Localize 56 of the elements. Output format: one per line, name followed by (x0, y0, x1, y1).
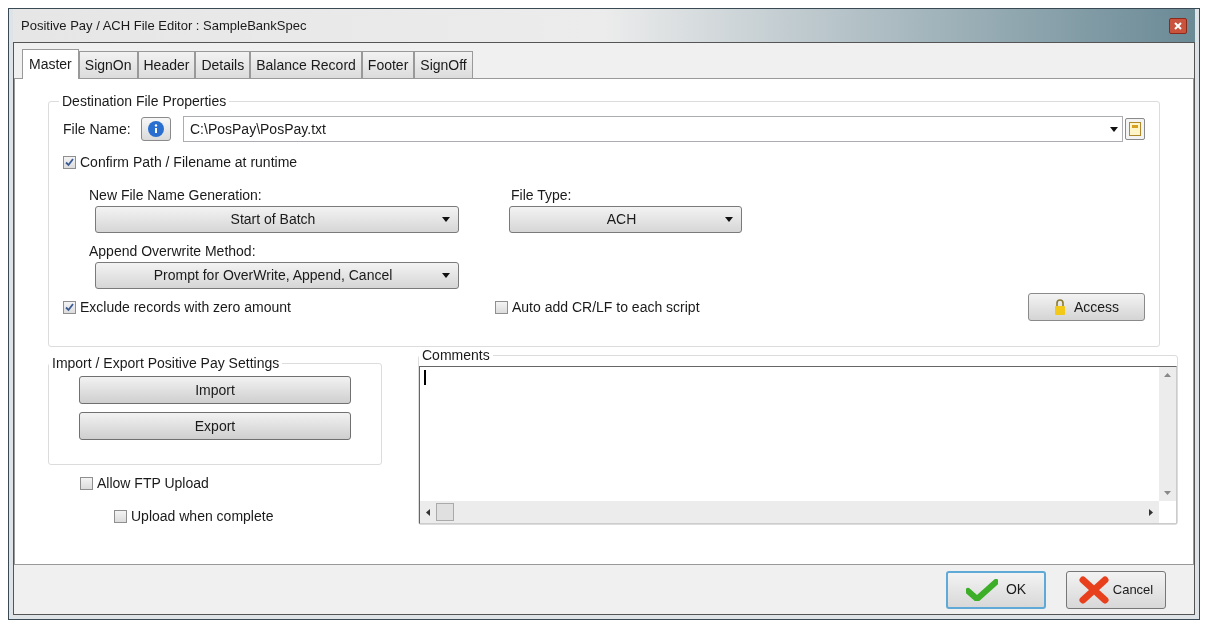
checkbox[interactable] (80, 477, 93, 490)
cancel-button[interactable]: Cancel (1066, 570, 1166, 609)
checkmark-icon (65, 302, 74, 312)
checkbox[interactable] (63, 300, 76, 314)
checkbox[interactable] (114, 510, 127, 523)
tab[interactable]: Footer (361, 51, 415, 78)
caret-icon (1110, 126, 1118, 132)
padlock-icon (1053, 299, 1066, 315)
checkbox-label: Exclude records with zero amount (80, 297, 291, 317)
file-name-combobox[interactable]: C:\PosPay\PosPay.txt (183, 116, 1123, 142)
window-title: Positive Pay / ACH File Editor : SampleBankSpec (21, 16, 308, 35)
push-button[interactable]: Import (79, 376, 351, 404)
checkbox[interactable] (63, 156, 76, 169)
group-title: Destination File Properties (61, 92, 228, 111)
caret-icon (442, 217, 450, 222)
cross-icon (1078, 575, 1109, 604)
checkbox-label: Auto add CR/LF to each script (512, 297, 700, 317)
tab[interactable]: Header (137, 51, 196, 78)
tab[interactable]: Balance Record (250, 51, 362, 78)
browse-button[interactable] (1125, 118, 1145, 140)
dropdown[interactable]: Start of Batch (95, 206, 459, 233)
tab[interactable]: SignOff (414, 51, 473, 78)
scroll-down-icon (1164, 491, 1171, 495)
vertical-scrollbar[interactable] (1159, 367, 1176, 501)
dropdown[interactable]: Prompt for OverWrite, Append, Cancel (95, 262, 459, 289)
info-icon (148, 121, 164, 137)
close-icon (1174, 21, 1182, 30)
field-label: Append Overwrite Method: (89, 242, 257, 261)
document-icon (1129, 122, 1141, 136)
scroll-right-icon (1149, 508, 1153, 516)
checkmark-icon (965, 578, 998, 601)
scroll-thumb[interactable] (436, 503, 454, 521)
field-label: File Name: (63, 119, 132, 139)
close-button[interactable] (1169, 17, 1187, 34)
ok-button[interactable]: OK (946, 570, 1046, 609)
tab[interactable]: Details (195, 51, 251, 78)
info-button[interactable] (141, 117, 171, 141)
group-title: Comments (421, 346, 491, 365)
access-button[interactable]: Access (1028, 293, 1145, 321)
checkbox[interactable] (495, 300, 508, 314)
dropdown[interactable]: ACH (509, 206, 742, 233)
scroll-up-icon (1164, 373, 1171, 377)
horizontal-scrollbar[interactable] (420, 501, 1159, 523)
field-label: New File Name Generation: (89, 186, 263, 205)
checkbox-label: Confirm Path / Filename at runtime (80, 153, 298, 172)
checkmark-icon (65, 158, 74, 167)
checkbox-label: Allow FTP Upload (97, 474, 209, 493)
tab[interactable]: Master (22, 49, 79, 79)
checkbox-label: Upload when complete (131, 507, 274, 526)
caret-icon (442, 273, 450, 278)
caret-icon (725, 217, 733, 222)
scroll-left-icon (426, 508, 430, 516)
field-label: File Type: (511, 186, 573, 205)
tab[interactable]: SignOn (78, 51, 138, 78)
group-title: Import / Export Positive Pay Settings (51, 354, 281, 373)
push-button[interactable]: Export (79, 412, 351, 440)
